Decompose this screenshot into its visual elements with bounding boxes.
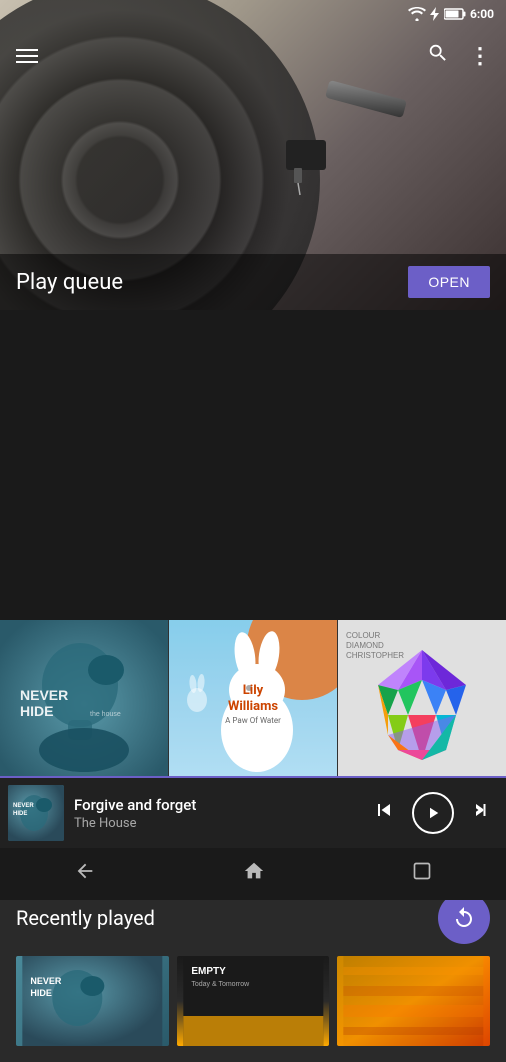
now-playing-thumb: NEVER HIDE <box>8 785 64 841</box>
open-button[interactable]: OPEN <box>408 266 490 298</box>
recent-item-1[interactable]: NEVER HIDE <box>16 956 169 1046</box>
wifi-icon <box>408 7 426 21</box>
diamond-art: COLOUR DIAMOND CHRISTOPHER <box>338 620 506 788</box>
now-playing-bar: NEVER HIDE Forgive and forget The House <box>0 776 506 848</box>
svg-text:the house: the house <box>90 711 121 718</box>
recent-art-2: EMPTY Today & Tomorrow <box>177 956 330 1046</box>
prev-button[interactable] <box>368 794 400 832</box>
hero-section: ⋮ Play queue OPEN <box>0 0 506 310</box>
status-icons: 6:00 <box>408 7 494 21</box>
status-bar: 6:00 <box>0 0 506 28</box>
svg-text:DIAMOND: DIAMOND <box>346 641 384 650</box>
menu-button[interactable] <box>16 49 38 63</box>
now-playing-controls <box>368 792 498 834</box>
album-art-2: LilyWilliams A Paw Of Water <box>169 620 337 788</box>
recently-played-section: Recently played NEVER HIDE <box>0 876 506 1062</box>
play-queue-title: Play queue <box>16 270 123 295</box>
turntable-arm <box>266 80 446 200</box>
recently-played-items: NEVER HIDE EMPTY Today & Tomorrow <box>16 956 490 1046</box>
play-queue-header: Play queue OPEN <box>0 254 506 310</box>
play-button[interactable] <box>412 792 454 834</box>
recently-played-title: Recently played <box>16 906 155 930</box>
time-display: 6:00 <box>470 7 494 21</box>
bolt-icon <box>430 7 440 21</box>
svg-text:HIDE: HIDE <box>13 811 27 817</box>
battery-icon <box>444 8 466 20</box>
next-button[interactable] <box>466 794 498 832</box>
album-art-1: NEVER HIDE the house <box>0 620 168 788</box>
svg-text:Today & Tomorrow: Today & Tomorrow <box>191 981 250 988</box>
now-playing-title: Forgive and forget <box>74 796 368 814</box>
svg-text:HIDE: HIDE <box>30 988 52 998</box>
recent-art-3 <box>337 956 490 1046</box>
top-nav: ⋮ <box>0 28 506 84</box>
svg-text:NEVER: NEVER <box>20 687 68 703</box>
bottom-nav <box>0 848 506 900</box>
svg-text:NEVER: NEVER <box>30 976 62 986</box>
recent-item-3[interactable] <box>337 956 490 1046</box>
lily-text-overlay: LilyWilliams A Paw Of Water <box>225 683 281 725</box>
recent-apps-button[interactable] <box>412 861 432 887</box>
svg-text:NEVER: NEVER <box>13 803 34 809</box>
more-options-button[interactable]: ⋮ <box>469 44 490 69</box>
recent-art-1: NEVER HIDE <box>16 956 169 1046</box>
recent-item-2[interactable]: EMPTY Today & Tomorrow <box>177 956 330 1046</box>
now-playing-artist: The House <box>74 816 368 831</box>
home-button[interactable] <box>243 860 265 888</box>
back-button[interactable] <box>74 860 96 888</box>
svg-text:EMPTY: EMPTY <box>191 966 226 977</box>
album-silhouette-1: NEVER HIDE the house <box>0 620 168 788</box>
svg-text:COLOUR: COLOUR <box>346 631 380 640</box>
svg-text:CHRISTOPHER: CHRISTOPHER <box>346 651 404 660</box>
svg-text:HIDE: HIDE <box>20 703 53 719</box>
album-art-3: COLOUR DIAMOND CHRISTOPHER <box>338 620 506 788</box>
now-playing-info: Forgive and forget The House <box>74 796 368 831</box>
search-button[interactable] <box>427 42 449 70</box>
